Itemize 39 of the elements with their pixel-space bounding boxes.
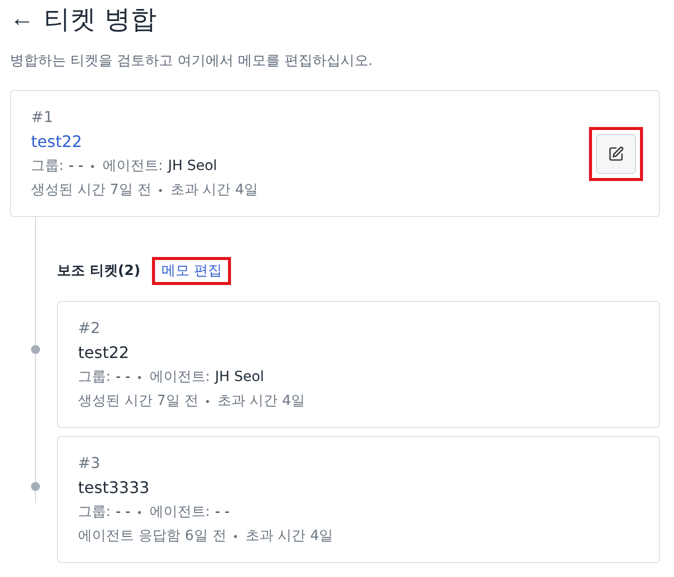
meta-label: 그룹:: [31, 157, 64, 175]
time-text: 에이전트 응답함 6일 전: [78, 527, 226, 545]
ticket-number: #3: [78, 454, 102, 472]
time-text: 초과 시간 4일: [245, 527, 334, 545]
back-button[interactable]: ←: [10, 7, 34, 31]
page-subtitle: 병합하는 티켓을 검토하고 여기에서 메모를 편집하십시오.: [10, 52, 374, 70]
meta-label: 그룹:: [78, 368, 111, 386]
meta-label: 그룹:: [78, 503, 111, 521]
ticket-number: #2: [78, 319, 102, 337]
timeline-dot: [31, 482, 40, 491]
edit-notes-link[interactable]: 메모 편집: [152, 257, 231, 285]
meta-value: JH Seol: [168, 158, 218, 174]
meta-label: 에이전트:: [149, 503, 210, 521]
ticket-title: test22: [78, 343, 130, 362]
time-text: 초과 시간 4일: [170, 181, 258, 199]
meta-value: - -: [116, 369, 130, 385]
meta-label: 에이전트:: [149, 368, 210, 386]
separator-dot: [91, 164, 94, 168]
ticket-title[interactable]: test22: [31, 132, 258, 151]
time-text: 생성된 시간 7일 전: [31, 181, 152, 199]
edit-icon: [608, 146, 624, 162]
meta-value: - -: [68, 158, 84, 174]
timeline-dot: [31, 345, 40, 354]
separator-dot: [138, 510, 142, 514]
page-title: 티켓 병합: [44, 4, 156, 36]
separator-dot: [159, 188, 162, 192]
meta-value: JH Seol: [215, 369, 264, 385]
time-text: 생성된 시간 7일 전: [78, 392, 198, 410]
ticket-title: test3333: [78, 478, 150, 497]
edit-button[interactable]: [596, 134, 636, 174]
separator-dot: [234, 534, 238, 538]
separator-dot: [138, 376, 142, 378]
ticket-number: #1: [31, 108, 54, 126]
meta-value: - -: [116, 504, 130, 520]
meta-value: - -: [215, 504, 230, 520]
secondary-heading: 보조 티켓(2): [57, 262, 140, 280]
meta-label: 에이전트:: [102, 157, 163, 175]
time-text: 초과 시간 4일: [217, 392, 306, 410]
separator-dot: [206, 400, 210, 402]
